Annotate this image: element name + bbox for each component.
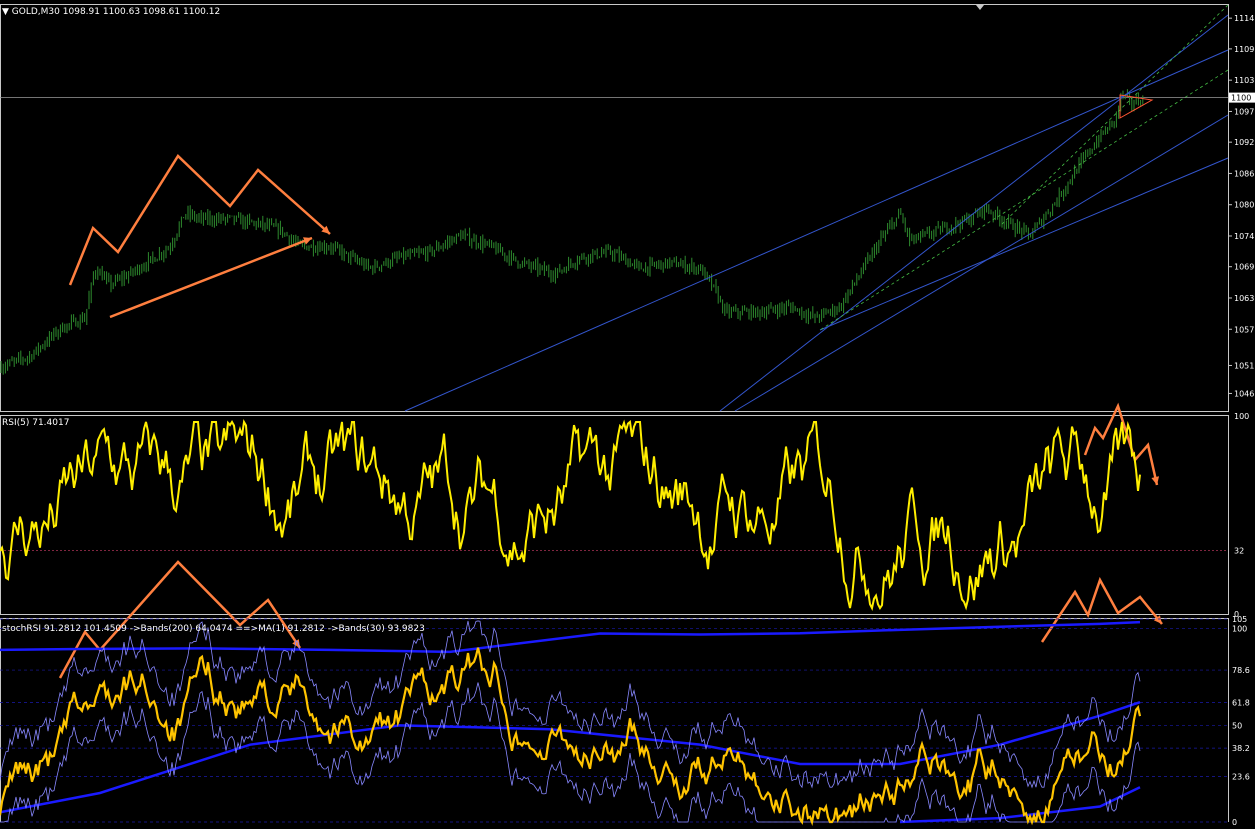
trendline (719, 14, 1229, 412)
price-tick-label: 1109 (1234, 45, 1254, 54)
price-tick-label: 1069 (1234, 263, 1254, 272)
stoch-tick-label: 78.6 (1232, 666, 1250, 675)
price-tick-label: 1080 (1234, 201, 1254, 210)
symbol-label: GOLD,M30 (11, 7, 60, 17)
stoch-tick-label: 100 (1232, 625, 1247, 634)
chart-window: 1114 1109 1103 1097 1092 1086 1080 1074 1069 1063… (0, 0, 1255, 829)
chart-canvas: 1114 1109 1103 1097 1092 1086 1080 1074 1069 1063… (0, 4, 1255, 829)
shift-marker-icon (976, 5, 984, 10)
price-tick-label: 1051 (1234, 361, 1254, 370)
bands200-middle (0, 700, 1141, 814)
stoch-tick-label: 23.6 (1232, 772, 1250, 781)
channel-dashed-line (999, 4, 1229, 227)
price-tick-label: 1046 (1234, 389, 1254, 398)
stochrsi-header: stochRSI 91.2812 101.4509 ->Bands(200) 6… (2, 624, 425, 634)
trendline (734, 114, 1229, 412)
ohlc-values: 1098.91 1100.63 1098.61 1100.12 (62, 7, 221, 17)
price-tick-label: 1057 (1234, 325, 1254, 334)
stoch-tick-label: 38.2 (1232, 744, 1250, 753)
price-tick-label: 1086 (1234, 169, 1254, 178)
channel-dashed-line (819, 69, 1229, 331)
price-zigzag-annotation (68, 154, 331, 286)
price-tick-label: 1063 (1234, 294, 1254, 303)
price-tick-label: 1092 (1234, 138, 1254, 147)
rsi-tick-label: 100 (1234, 412, 1249, 421)
price-tick-label: 1103 (1234, 76, 1254, 85)
rsi-tick-label: 32 (1234, 547, 1244, 556)
price-tick-label: 1074 (1234, 232, 1254, 241)
dropdown-triangle-icon[interactable]: ▼ (2, 7, 9, 17)
stochrsi-line (0, 647, 1142, 826)
stoch-right-annotation (1040, 576, 1163, 643)
rsi-line (0, 418, 1141, 611)
time-axis-strip (0, 822, 1255, 829)
rsi-zigzag-annotation (1083, 402, 1159, 486)
price-rising-annotation (109, 236, 313, 319)
current-price-label: 1100 (1231, 94, 1251, 103)
stoch-tick-label: 105 (1232, 615, 1247, 624)
price-tick-label: 1097 (1234, 107, 1254, 116)
stoch-tick-label: 61.8 (1232, 699, 1250, 708)
rsi-header: RSI(5) 71.4017 (2, 418, 70, 428)
stoch-zigzag-annotation (58, 560, 302, 679)
trendline (404, 49, 1229, 412)
panel-frame-1 (0, 4, 1229, 412)
stoch-tick-label: 50 (1232, 721, 1242, 730)
bands30-upper (0, 620, 1141, 789)
stoch-tick-label: 0 (1232, 818, 1237, 827)
main-chart-header: ▼ GOLD,M30 1098.91 1100.63 1098.61 1100.… (2, 7, 220, 17)
price-tick-label: 1114 (1234, 14, 1254, 23)
